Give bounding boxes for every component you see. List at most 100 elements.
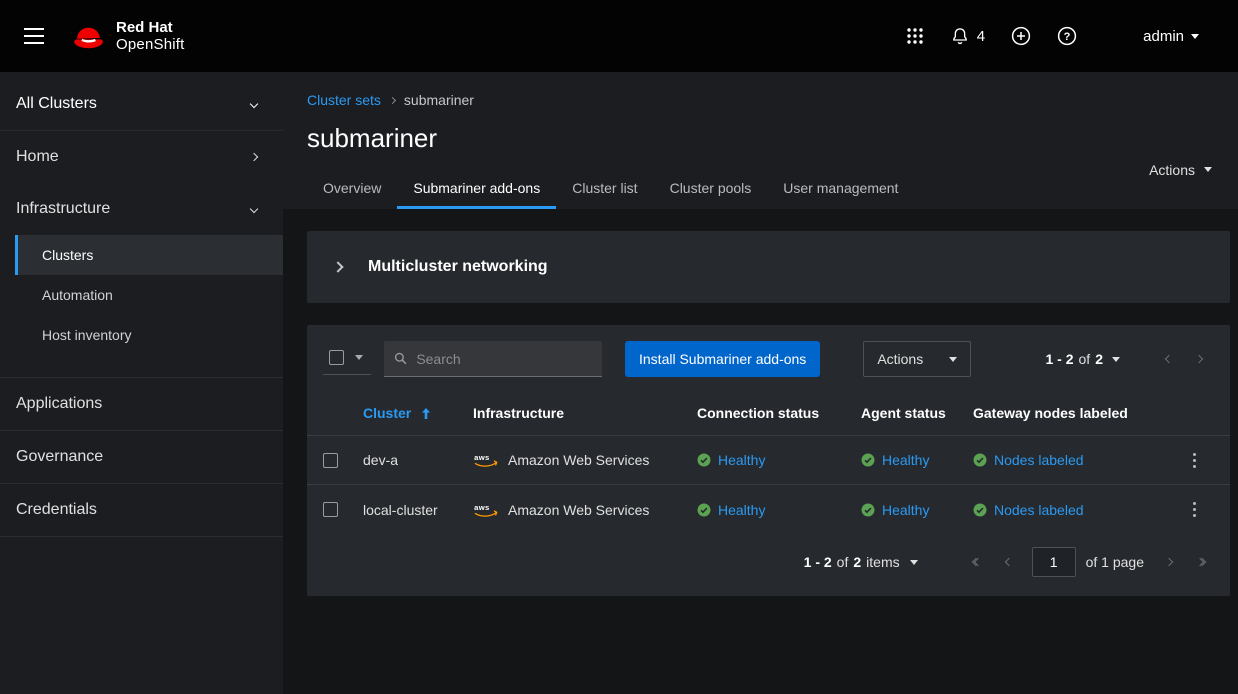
expand-toggle-button[interactable] bbox=[325, 254, 351, 280]
add-button[interactable] bbox=[998, 18, 1044, 54]
chevron-right-icon bbox=[1165, 558, 1173, 566]
row-kebab-menu[interactable] bbox=[1178, 443, 1210, 477]
caret-down-icon bbox=[1112, 357, 1120, 362]
pagination-items-word: items bbox=[866, 554, 899, 570]
page-actions-dropdown[interactable]: Actions bbox=[1131, 156, 1230, 184]
notification-count: 4 bbox=[977, 28, 985, 45]
redhat-openshift-logo[interactable]: Red Hat OpenShift bbox=[70, 19, 185, 54]
sidebar-sections: Applications Governance Credentials bbox=[0, 377, 283, 537]
page-of-label: of 1 page bbox=[1086, 554, 1144, 570]
infrastructure-cell: aws Amazon Web Services bbox=[473, 452, 697, 468]
agent-status-cell: Healthy bbox=[861, 452, 973, 468]
notifications-bell-icon bbox=[950, 26, 970, 46]
multicluster-networking-card: Multicluster networking bbox=[307, 231, 1230, 303]
gateway-nodes-link[interactable]: Nodes labeled bbox=[994, 452, 1084, 468]
sidebar-item-automation[interactable]: Automation bbox=[15, 275, 283, 315]
page-header: Cluster sets submariner submariner Overv… bbox=[283, 72, 1238, 209]
chevron-down-icon bbox=[250, 205, 258, 213]
gateway-nodes-cell: Nodes labeled bbox=[973, 502, 1178, 518]
sidebar-item-home[interactable]: Home bbox=[0, 131, 283, 183]
sort-up-icon bbox=[420, 407, 432, 420]
check-circle-icon bbox=[973, 453, 987, 467]
next-page-button[interactable] bbox=[1184, 344, 1214, 374]
first-page-button[interactable] bbox=[962, 547, 992, 577]
last-page-button[interactable] bbox=[1186, 547, 1216, 577]
pagination-total: 2 bbox=[853, 554, 861, 570]
svg-text:aws: aws bbox=[474, 453, 489, 462]
cluster-name-cell: local-cluster bbox=[363, 502, 473, 518]
sidebar-item-label: Clusters bbox=[42, 247, 93, 263]
sidebar-item-applications[interactable]: Applications bbox=[0, 377, 283, 430]
masthead: Red Hat OpenShift 4 bbox=[0, 0, 1238, 72]
nav-toggle-hamburger-icon[interactable] bbox=[14, 18, 54, 54]
tab-user-management[interactable]: User management bbox=[767, 170, 914, 209]
column-header-gateway-nodes-labeled: Gateway nodes labeled bbox=[973, 391, 1178, 435]
gateway-nodes-link[interactable]: Nodes labeled bbox=[994, 502, 1084, 518]
tab-cluster-list[interactable]: Cluster list bbox=[556, 170, 653, 209]
brand-text: Red Hat OpenShift bbox=[116, 19, 185, 54]
prev-page-button[interactable] bbox=[1154, 344, 1184, 374]
notifications-button[interactable]: 4 bbox=[937, 18, 998, 54]
brand-line2: OpenShift bbox=[116, 36, 185, 53]
check-circle-icon bbox=[697, 503, 711, 517]
sidebar-item-governance[interactable]: Governance bbox=[0, 430, 283, 483]
caret-down-icon bbox=[910, 560, 918, 565]
app-window: Red Hat OpenShift 4 bbox=[0, 0, 1238, 694]
next-page-button[interactable] bbox=[1154, 547, 1184, 577]
table-toolbar: Install Submariner add-ons Actions 1 - 2… bbox=[307, 325, 1230, 391]
infrastructure-cell: aws Amazon Web Services bbox=[473, 502, 697, 518]
row-select-checkbox[interactable] bbox=[323, 502, 338, 517]
current-page-input[interactable] bbox=[1032, 547, 1076, 577]
search-box bbox=[384, 341, 602, 377]
header-actions-column bbox=[1178, 399, 1222, 427]
breadcrumb: Cluster sets submariner bbox=[307, 92, 1230, 108]
infrastructure-label: Amazon Web Services bbox=[508, 502, 649, 518]
row-kebab-menu[interactable] bbox=[1178, 493, 1210, 527]
pagination-bottom-menu-toggle[interactable]: 1 - 2 of 2 items bbox=[804, 554, 918, 570]
svg-text:?: ? bbox=[1064, 31, 1071, 43]
install-submariner-addons-button[interactable]: Install Submariner add-ons bbox=[625, 341, 820, 377]
table-body: dev-a aws Amazon Web Services bbox=[307, 436, 1230, 534]
agent-status-link[interactable]: Healthy bbox=[882, 502, 929, 518]
prev-page-button[interactable] bbox=[994, 547, 1024, 577]
perspective-switcher[interactable]: All Clusters bbox=[0, 78, 283, 131]
help-button[interactable]: ? bbox=[1044, 18, 1090, 54]
bulk-select-checkbox[interactable] bbox=[329, 350, 344, 365]
search-input[interactable] bbox=[416, 351, 592, 367]
svg-text:aws: aws bbox=[474, 503, 489, 512]
caret-down-icon bbox=[355, 355, 363, 360]
connection-status-link[interactable]: Healthy bbox=[718, 452, 765, 468]
user-menu[interactable]: admin bbox=[1130, 20, 1212, 53]
breadcrumb-link-cluster-sets[interactable]: Cluster sets bbox=[307, 92, 381, 108]
sidebar-item-infrastructure[interactable]: Infrastructure bbox=[0, 183, 283, 235]
table-header: Cluster Infrastructure Connection status… bbox=[307, 391, 1230, 436]
check-circle-icon bbox=[861, 503, 875, 517]
pagination-top-menu-toggle[interactable]: 1 - 2 of 2 bbox=[1038, 345, 1129, 373]
row-select-checkbox[interactable] bbox=[323, 453, 338, 468]
help-icon: ? bbox=[1057, 26, 1077, 46]
column-header-infrastructure: Infrastructure bbox=[473, 391, 697, 435]
caret-down-icon bbox=[1191, 34, 1199, 39]
check-circle-icon bbox=[861, 453, 875, 467]
tab-cluster-pools[interactable]: Cluster pools bbox=[654, 170, 768, 209]
bulk-select-dropdown[interactable] bbox=[323, 344, 371, 375]
column-header-cluster[interactable]: Cluster bbox=[363, 391, 473, 435]
breadcrumb-current: submariner bbox=[404, 92, 474, 108]
tab-overview[interactable]: Overview bbox=[307, 170, 397, 209]
table-actions-dropdown[interactable]: Actions bbox=[863, 341, 971, 377]
sidebar-item-label: Host inventory bbox=[42, 327, 131, 343]
connection-status-cell: Healthy bbox=[697, 502, 861, 518]
pagination-controls: of 1 page bbox=[962, 547, 1216, 577]
agent-status-link[interactable]: Healthy bbox=[882, 452, 929, 468]
pagination-of: of bbox=[1079, 351, 1091, 367]
sidebar-item-clusters[interactable]: Clusters bbox=[15, 235, 283, 275]
connection-status-link[interactable]: Healthy bbox=[718, 502, 765, 518]
app-launcher-icon bbox=[906, 27, 924, 45]
main-content: Cluster sets submariner submariner Overv… bbox=[283, 72, 1238, 694]
sidebar-item-host-inventory[interactable]: Host inventory bbox=[15, 315, 283, 355]
sidebar-item-credentials[interactable]: Credentials bbox=[0, 483, 283, 537]
tab-submariner-add-ons[interactable]: Submariner add-ons bbox=[397, 170, 556, 209]
infrastructure-label: Amazon Web Services bbox=[508, 452, 649, 468]
aws-logo-icon: aws bbox=[473, 502, 499, 518]
app-launcher-button[interactable] bbox=[893, 19, 937, 53]
